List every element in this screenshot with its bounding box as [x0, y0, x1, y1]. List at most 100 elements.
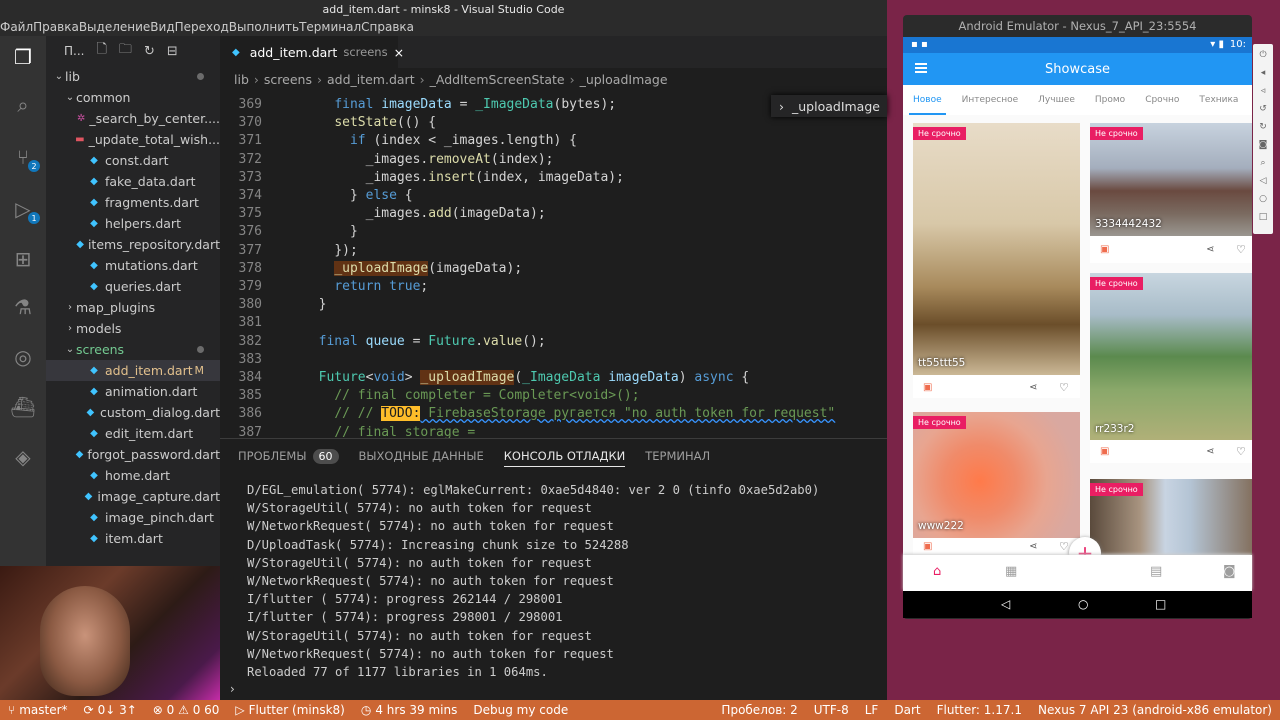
breadcrumb-item[interactable]: _uploadImage	[580, 72, 668, 87]
panel-tab[interactable]: КОНСОЛЬ ОТЛАДКИ	[503, 439, 626, 473]
panel-tab[interactable]: ВЫХОДНЫЕ ДАННЫЕ	[359, 439, 484, 473]
file-item[interactable]: ◆ home.dart	[46, 465, 220, 486]
file-item[interactable]: ◆ add_item.dart M	[46, 360, 220, 381]
home-button[interactable]: ○	[1078, 597, 1088, 611]
heart-icon[interactable]: ♡	[1059, 381, 1069, 394]
search-icon[interactable]: ⌕	[10, 92, 36, 118]
file-item[interactable]: ◆ items_repository.dart	[46, 234, 220, 255]
rotate-left-icon[interactable]: ↺	[1258, 104, 1268, 114]
file-item[interactable]: ◆ fragments.dart	[46, 192, 220, 213]
docker-icon[interactable]: ⛴	[10, 394, 36, 420]
back-button[interactable]: ◁	[1001, 597, 1010, 611]
folder-item[interactable]: › map_plugins	[46, 297, 220, 318]
line-ending[interactable]: LF	[857, 703, 887, 717]
file-item[interactable]: ◆ image_pinch.dart	[46, 507, 220, 528]
debug-mode[interactable]: Debug my code	[465, 703, 576, 717]
overview-icon[interactable]: □	[1258, 212, 1268, 222]
folder-item[interactable]: ⌄ common	[46, 87, 220, 108]
file-item[interactable]: ◆ edit_item.dart	[46, 423, 220, 444]
rotate-right-icon[interactable]: ↻	[1258, 122, 1268, 132]
new-file-icon[interactable]: 🗋	[96, 40, 106, 62]
file-item[interactable]: ◆ fake_data.dart	[46, 171, 220, 192]
new-folder-icon[interactable]: 🗀	[119, 40, 132, 62]
file-item[interactable]: ◆ helpers.dart	[46, 213, 220, 234]
flutter-version[interactable]: Flutter: 1.17.1	[929, 703, 1030, 717]
category-tab[interactable]: Новое	[903, 85, 952, 115]
close-icon[interactable]: ×	[394, 45, 404, 60]
file-item[interactable]: ◆ animation.dart	[46, 381, 220, 402]
home-icon[interactable]: ○	[1258, 194, 1268, 204]
encoding[interactable]: UTF-8	[806, 703, 857, 717]
category-tab[interactable]: Лучшее	[1028, 85, 1085, 115]
file-item[interactable]: ◆ forgot_password.dart	[46, 444, 220, 465]
category-tab[interactable]: Срочно	[1135, 85, 1189, 115]
item-card[interactable]: Не срочно 3334442432 ▣ ⋖ ♡	[1090, 123, 1252, 263]
flask-icon[interactable]: ⚗	[10, 294, 36, 320]
item-card[interactable]: Не срочно www222 ▣ ⋖ ♡	[913, 412, 1080, 555]
menu-item[interactable]: Терминал	[299, 20, 361, 34]
category-tab[interactable]: Промо	[1085, 85, 1135, 115]
menu-item[interactable]: Правка	[33, 20, 79, 34]
refresh-icon[interactable]: ↻	[144, 44, 155, 59]
recents-button[interactable]: □	[1155, 597, 1166, 611]
file-item[interactable]: ◆ mutations.dart	[46, 255, 220, 276]
zoom-icon[interactable]: ⌕	[1258, 158, 1268, 168]
share-icon[interactable]: ⋖	[1029, 382, 1037, 393]
heart-icon[interactable]: ♡	[1236, 445, 1246, 458]
menu-item[interactable]: Вид	[150, 20, 174, 34]
folder-item[interactable]: ⌄ screens	[46, 339, 220, 360]
share-icon[interactable]: ⋖	[1206, 446, 1214, 457]
breadcrumb-item[interactable]: lib	[234, 72, 249, 87]
time-tracker[interactable]: ◷ 4 hrs 39 mins	[353, 703, 466, 717]
file-item[interactable]: ◆ image_capture.dart	[46, 486, 220, 507]
branch-status[interactable]: ⑂ master*	[0, 703, 76, 717]
category-tab[interactable]: Техника	[1189, 85, 1248, 115]
home-icon[interactable]: ⌂	[933, 564, 941, 579]
share-icon[interactable]: ⋖	[1029, 541, 1037, 552]
power-icon[interactable]: ⏻	[1258, 50, 1268, 60]
volume-up-icon[interactable]: ◂	[1258, 68, 1268, 78]
item-card[interactable]: Не срочно tt55ttt55 ▣ ⋖ ♡	[913, 123, 1080, 398]
indent-setting[interactable]: Пробелов: 2	[713, 703, 805, 717]
sync-status[interactable]: ⟳ 0↓ 3↑	[76, 703, 145, 717]
device-selector[interactable]: Nexus 7 API 23 (android-x86 emulator)	[1030, 703, 1280, 717]
gift-icon[interactable]: ▣	[923, 541, 932, 552]
profile-icon[interactable]: ◙	[1223, 564, 1236, 579]
breadcrumb-item[interactable]: screens	[264, 72, 312, 87]
menu-item[interactable]: Справка	[361, 20, 414, 34]
code-editor[interactable]: 369 final imageData = _ImageData(bytes);…	[220, 90, 887, 438]
category-tab[interactable]: Одежда	[1248, 85, 1252, 115]
panel-tab[interactable]: ТЕРМИНАЛ	[645, 439, 710, 473]
git-graph-icon[interactable]: ◎	[10, 344, 36, 370]
back-icon[interactable]: ◁	[1258, 176, 1268, 186]
gift-icon[interactable]: ▣	[1100, 446, 1109, 457]
problems-status[interactable]: ⊗ 0 ⚠ 0 60	[145, 703, 228, 717]
file-item[interactable]: ◆ custom_dialog.dart	[46, 402, 220, 423]
panel-tab[interactable]: ПРОБЛЕМЫ 60	[238, 439, 339, 473]
run-debug-icon[interactable]: ▷ 1	[10, 196, 40, 224]
menu-item[interactable]: Выделение	[79, 20, 150, 34]
folder-item[interactable]: › models	[46, 318, 220, 339]
hamburger-menu-icon[interactable]	[915, 63, 927, 73]
extensions-icon[interactable]: ⊞	[10, 246, 36, 272]
file-item[interactable]: ✲ _search_by_center....	[46, 108, 220, 129]
grid-icon[interactable]: ▦	[1005, 564, 1017, 579]
volume-down-icon[interactable]: ◃	[1258, 86, 1268, 96]
gift-icon[interactable]: ▣	[1100, 244, 1109, 255]
file-item[interactable]: ▬ _update_total_wish...	[46, 129, 220, 150]
flutter-icon[interactable]: ◈	[10, 444, 36, 470]
camera-icon[interactable]: ◙	[1258, 140, 1268, 150]
menu-item[interactable]: Выполнить	[229, 20, 299, 34]
item-card[interactable]: Не срочно rr233r2 ▣ ⋖ ♡	[1090, 273, 1252, 463]
source-control-icon[interactable]: ⑂ 2	[10, 144, 40, 172]
explorer-icon[interactable]: ❐	[10, 44, 36, 70]
category-tab[interactable]: Интересное	[952, 85, 1029, 115]
file-item[interactable]: ◆ item.dart	[46, 528, 220, 549]
heart-icon[interactable]: ♡	[1236, 243, 1246, 256]
file-item[interactable]: ◆ queries.dart	[46, 276, 220, 297]
collapse-all-icon[interactable]: ⊟	[167, 44, 178, 59]
chat-icon[interactable]: ▤	[1150, 564, 1162, 579]
console-prompt[interactable]: ›	[230, 682, 235, 696]
share-icon[interactable]: ⋖	[1206, 244, 1214, 255]
item-card[interactable]: Не срочно	[1090, 479, 1252, 555]
